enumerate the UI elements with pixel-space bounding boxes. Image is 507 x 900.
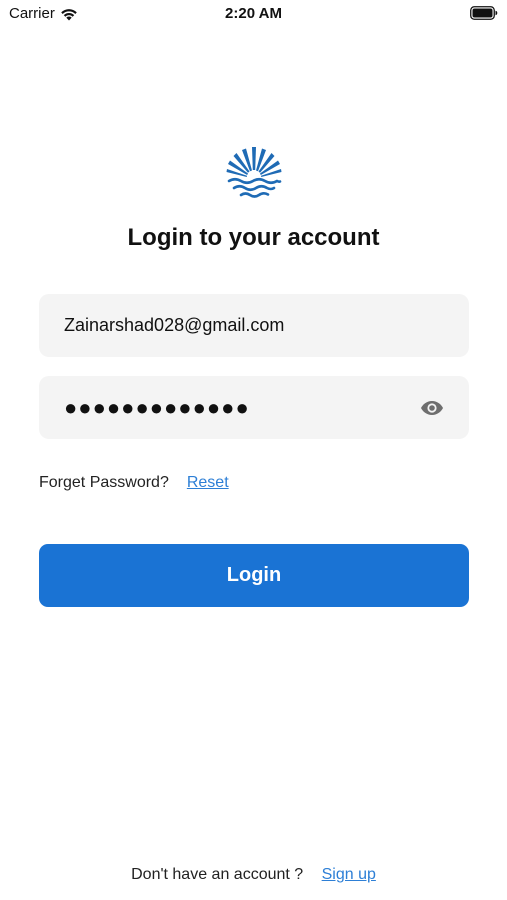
forgot-password-row: Forget Password? Reset bbox=[39, 474, 229, 492]
email-input[interactable] bbox=[64, 294, 454, 357]
status-time: 2:20 AM bbox=[225, 5, 282, 22]
battery-icon bbox=[470, 6, 498, 20]
forgot-password-label: Forget Password? bbox=[39, 474, 169, 491]
signup-prompt-label: Don't have an account ? bbox=[131, 866, 304, 883]
reset-link[interactable]: Reset bbox=[187, 474, 229, 492]
email-field[interactable] bbox=[39, 294, 469, 357]
sun-over-waves-logo bbox=[225, 143, 283, 201]
status-bar: Carrier 2:20 AM bbox=[0, 0, 507, 28]
signup-row: Don't have an account ? Sign up bbox=[0, 866, 507, 884]
page-title: Login to your account bbox=[127, 224, 380, 251]
password-field[interactable] bbox=[39, 376, 469, 439]
eye-icon[interactable] bbox=[420, 396, 444, 420]
password-input[interactable] bbox=[64, 376, 404, 439]
signup-link[interactable]: Sign up bbox=[322, 866, 376, 883]
login-button[interactable]: Login bbox=[39, 544, 469, 607]
